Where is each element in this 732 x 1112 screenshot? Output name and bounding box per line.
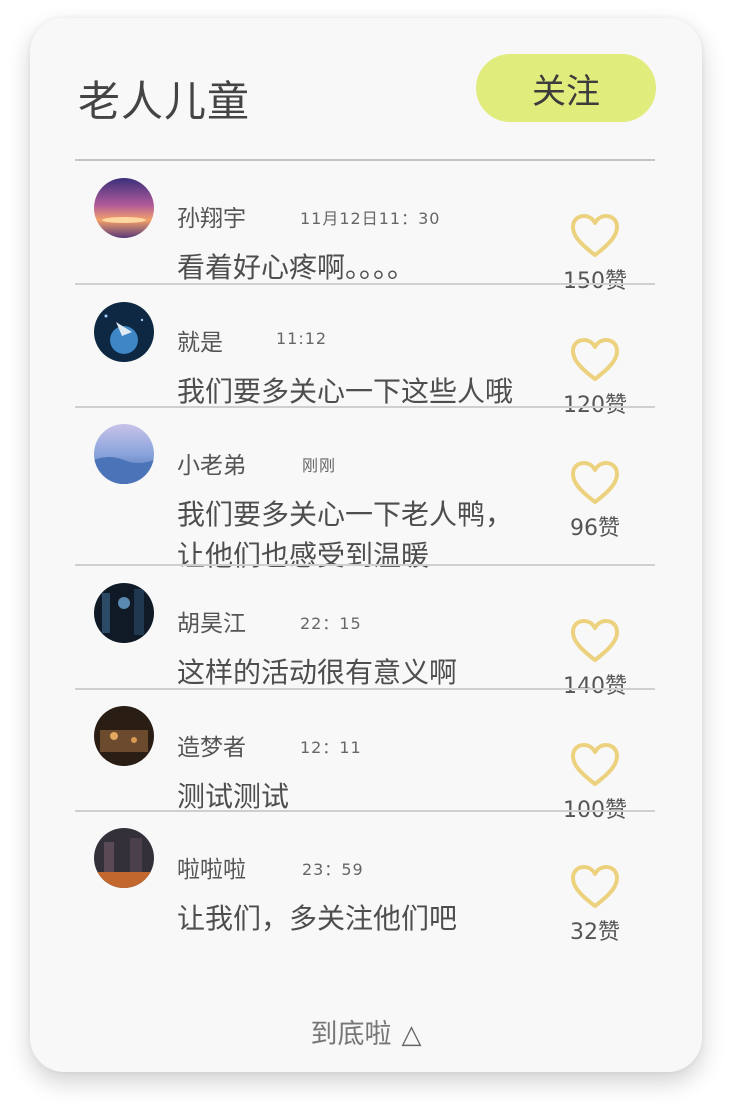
avatar[interactable] — [94, 302, 154, 362]
heart-icon[interactable] — [569, 742, 621, 788]
like-count: 32赞 — [570, 920, 620, 945]
comment-line: 我们要多关心一下老人鸭， — [177, 498, 514, 531]
heart-icon[interactable] — [569, 460, 621, 506]
triangle-up-icon[interactable]: △ — [402, 1020, 422, 1050]
comment-text: 这样的活动很有意义啊 — [177, 656, 458, 689]
comment-item: 造梦者 12：11 测试测试 100赞 — [75, 690, 655, 823]
avatar[interactable] — [94, 706, 154, 766]
comments-card: 老人儿童 关注 孙翔宇 11月12日11：30 看着好心疼啊。。。。 150赞 — [30, 18, 702, 1072]
avatar[interactable] — [94, 178, 154, 238]
username[interactable]: 就是 — [177, 323, 223, 357]
heart-icon[interactable] — [569, 618, 621, 664]
avatar[interactable] — [94, 583, 154, 643]
heart-icon[interactable] — [569, 213, 621, 259]
comment-text: 让我们，多关注他们吧 — [177, 902, 458, 935]
comment-item: 胡昊江 22：15 这样的活动很有意义啊 140赞 — [75, 566, 655, 699]
timestamp: 11:12 — [276, 329, 328, 348]
avatar[interactable] — [94, 828, 154, 888]
timestamp: 22：15 — [300, 614, 362, 633]
follow-button[interactable]: 关注 — [476, 54, 656, 122]
timestamp: 11月12日11：30 — [300, 209, 441, 228]
username[interactable]: 啦啦啦 — [177, 850, 246, 884]
avatar[interactable] — [94, 424, 154, 484]
end-of-list: 到底啦 △ — [30, 1012, 702, 1051]
comment-item: 就是 11:12 我们要多关心一下这些人哦 120赞 — [75, 285, 655, 418]
comment-item: 啦啦啦 23：59 让我们，多关注他们吧 32赞 — [75, 812, 655, 945]
timestamp: 刚刚 — [302, 456, 337, 475]
username[interactable]: 造梦者 — [177, 728, 246, 762]
like-control[interactable]: 96赞 — [545, 460, 645, 542]
heart-icon[interactable] — [569, 337, 621, 383]
comment-item: 小老弟 刚刚 我们要多关心一下老人鸭， 让他们也感受到温暖 96赞 — [75, 408, 655, 572]
timestamp: 23：59 — [302, 860, 364, 879]
end-of-list-text: 到底啦 — [310, 1019, 392, 1050]
heart-icon[interactable] — [569, 864, 621, 910]
comment-text: 看着好心疼啊。。。。 — [177, 251, 416, 284]
username[interactable]: 小老弟 — [177, 446, 246, 480]
timestamp: 12：11 — [300, 738, 362, 757]
username[interactable]: 胡昊江 — [177, 604, 246, 638]
username[interactable]: 孙翔宇 — [177, 199, 246, 233]
comment-item: 孙翔宇 11月12日11：30 看着好心疼啊。。。。 150赞 — [75, 161, 655, 294]
like-count: 96赞 — [570, 516, 620, 541]
like-control[interactable]: 32赞 — [545, 864, 645, 946]
page-title: 老人儿童 — [78, 77, 251, 126]
